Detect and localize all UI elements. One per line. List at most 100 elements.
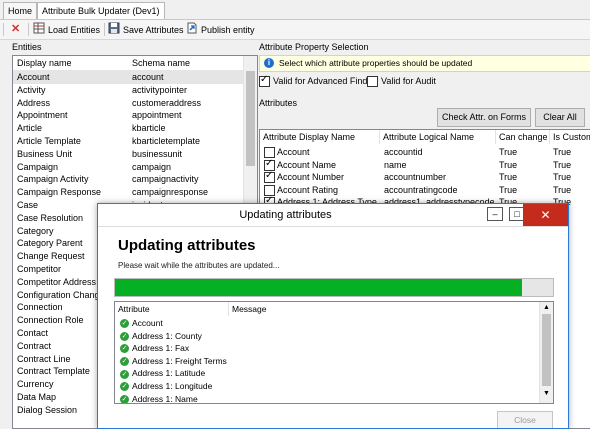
entity-schema-name: kbarticletemplate <box>132 136 201 146</box>
entity-row[interactable]: Article Template kbarticletemplate <box>13 135 243 148</box>
column-header-can-change[interactable]: Can change <box>496 130 550 144</box>
toolbar-separator <box>28 23 29 36</box>
column-header-attribute-display-name[interactable]: Attribute Display Name <box>260 130 380 144</box>
info-icon: i <box>264 58 274 68</box>
green-check-icon: ✓ <box>120 382 129 392</box>
attribute-display-name: Account Number <box>277 172 345 182</box>
clear-all-button[interactable]: Clear All <box>535 108 585 127</box>
result-row[interactable]: ✓ Address 1: Longitude <box>115 380 540 393</box>
info-text: Select which attribute properties should… <box>279 58 473 68</box>
result-row[interactable]: ✓ Address 1: Latitude <box>115 367 540 380</box>
green-check-icon: ✓ <box>120 369 129 379</box>
entity-display-name: Appointment <box>17 110 68 121</box>
green-check-icon: ✓ <box>120 394 129 403</box>
scroll-up-icon[interactable]: ▲ <box>543 304 550 311</box>
attribute-is-customizable: True <box>553 172 572 182</box>
load-entities-icon <box>33 22 45 39</box>
entity-row[interactable]: Business Unit businessunit <box>13 148 243 161</box>
green-check-icon: ✓ <box>120 331 129 341</box>
entities-group-label: Entities <box>12 42 42 52</box>
result-row[interactable]: ✓ Address 1: Fax <box>115 342 540 355</box>
dialog-title-bar: Updating attributes ‒ □ ✕ <box>98 204 568 227</box>
entity-schema-name: activitypointer <box>132 84 188 95</box>
valid-advanced-find-checkbox[interactable]: Valid for Advanced Find <box>259 74 368 88</box>
valid-audit-checkbox[interactable]: Valid for Audit <box>367 76 436 88</box>
check-attributes-on-forms-button[interactable]: Check Attr. on Forms <box>437 108 531 127</box>
column-header-display-name[interactable]: Display name <box>17 58 72 68</box>
attribute-row[interactable]: Account Name name True True <box>260 158 590 172</box>
toolbar-separator <box>104 23 105 36</box>
entity-row[interactable]: Account account <box>13 71 243 84</box>
entity-schema-name: kbarticle <box>132 123 166 134</box>
toolbar: ✕ Load Entities Save Attributes Publish … <box>0 20 590 40</box>
scrollbar-thumb[interactable] <box>246 71 255 166</box>
attribute-logical-name: accountratingcode <box>384 184 458 195</box>
attribute-logical-name: accountid <box>384 147 423 157</box>
column-header-schema-name[interactable]: Schema name <box>132 58 190 68</box>
save-attributes-button[interactable]: Save Attributes <box>108 22 184 37</box>
checkbox-box[interactable] <box>367 76 378 88</box>
entity-display-name: Campaign <box>17 161 59 172</box>
results-scrollbar[interactable]: ▲ ▼ <box>539 302 553 403</box>
entity-row[interactable]: Appointment appointment <box>13 109 243 122</box>
entity-display-name: Article Template <box>17 136 81 146</box>
attribute-select-checkbox[interactable] <box>264 184 275 196</box>
entity-display-name: Account <box>17 72 50 82</box>
attribute-logical-name: name <box>384 159 407 170</box>
valid-advanced-find-label: Valid for Advanced Find <box>273 76 368 86</box>
result-attribute: Address 1: Latitude <box>132 368 206 379</box>
red-x-icon: ✕ <box>11 23 21 36</box>
tab-attribute-bulk-updater[interactable]: Attribute Bulk Updater (Dev1) <box>37 2 165 19</box>
attribute-row[interactable]: Account Rating accountratingcode True True <box>260 184 590 197</box>
result-row[interactable]: ✓ Account <box>115 317 540 330</box>
publish-entity-button[interactable]: Publish entity <box>186 22 255 37</box>
updating-attributes-dialog: Updating attributes ‒ □ ✕ Updating attri… <box>97 203 569 429</box>
update-results-grid[interactable]: Attribute Message ✓ Account ✓ Address 1: Co… <box>114 301 554 404</box>
dialog-subtext: Please wait while the attributes are upd… <box>118 261 280 270</box>
column-header-attribute[interactable]: Attribute <box>115 302 229 316</box>
result-attribute: Account <box>132 318 163 328</box>
attribute-display-name: Account Name <box>277 159 337 170</box>
publish-icon <box>186 22 198 39</box>
green-check-icon: ✓ <box>120 319 129 329</box>
close-button[interactable]: Close <box>497 411 553 428</box>
result-row[interactable]: ✓ Address 1: County <box>115 330 540 343</box>
tab-label: Attribute Bulk Updater (Dev1) <box>42 6 160 16</box>
column-header-message[interactable]: Message <box>229 302 540 316</box>
entity-row[interactable]: Activity activitypointer <box>13 84 243 97</box>
result-attribute: Address 1: Fax <box>132 343 190 354</box>
column-header-attribute-logical-name[interactable]: Attribute Logical Name <box>380 130 496 144</box>
save-attributes-label: Save Attributes <box>123 24 184 35</box>
scroll-down-icon[interactable]: ▼ <box>543 390 550 397</box>
attribute-row[interactable]: Account accountid True True <box>260 146 590 159</box>
result-attribute: Address 1: Name <box>132 393 198 404</box>
column-header-is-customizable[interactable]: Is Customi <box>550 130 590 144</box>
attribute-select-checkbox[interactable] <box>264 147 275 158</box>
attribute-select-checkbox[interactable] <box>264 170 275 183</box>
entity-row[interactable]: Article kbarticle <box>13 122 243 135</box>
result-row[interactable]: ✓ Address 1: Freight Terms <box>115 355 540 368</box>
scrollbar-thumb[interactable] <box>542 314 551 386</box>
tab-bar: Home Attribute Bulk Updater (Dev1) <box>0 0 590 20</box>
close-tool-button[interactable]: ✕ <box>11 22 23 37</box>
dialog-title: Updating attributes <box>239 209 332 221</box>
load-entities-label: Load Entities <box>48 24 101 35</box>
attribute-select-checkbox[interactable] <box>264 158 275 171</box>
dialog-body: Updating attributes Please wait while th… <box>98 227 568 428</box>
entity-row[interactable]: Campaign Response campaignresponse <box>13 186 243 199</box>
info-bar: i Select which attribute properties shou… <box>259 55 590 72</box>
attribute-row[interactable]: Account Number accountnumber True True <box>260 170 590 184</box>
close-window-icon[interactable]: ✕ <box>523 204 568 226</box>
entity-display-name: Campaign Activity <box>17 174 89 185</box>
result-row[interactable]: ✓ Address 1: Name <box>115 393 540 404</box>
attribute-logical-name: accountnumber <box>384 172 447 182</box>
load-entities-button[interactable]: Load Entities <box>33 22 100 37</box>
entity-row[interactable]: Campaign Activity campaignactivity <box>13 173 243 186</box>
minimize-icon[interactable]: ‒ <box>487 207 503 221</box>
entity-row[interactable]: Address customeraddress <box>13 97 243 110</box>
attribute-is-customizable: True <box>553 184 572 195</box>
checkbox-box[interactable] <box>259 74 270 88</box>
green-check-icon: ✓ <box>120 344 129 354</box>
tab-home[interactable]: Home <box>3 2 38 19</box>
entity-row[interactable]: Campaign campaign <box>13 161 243 174</box>
